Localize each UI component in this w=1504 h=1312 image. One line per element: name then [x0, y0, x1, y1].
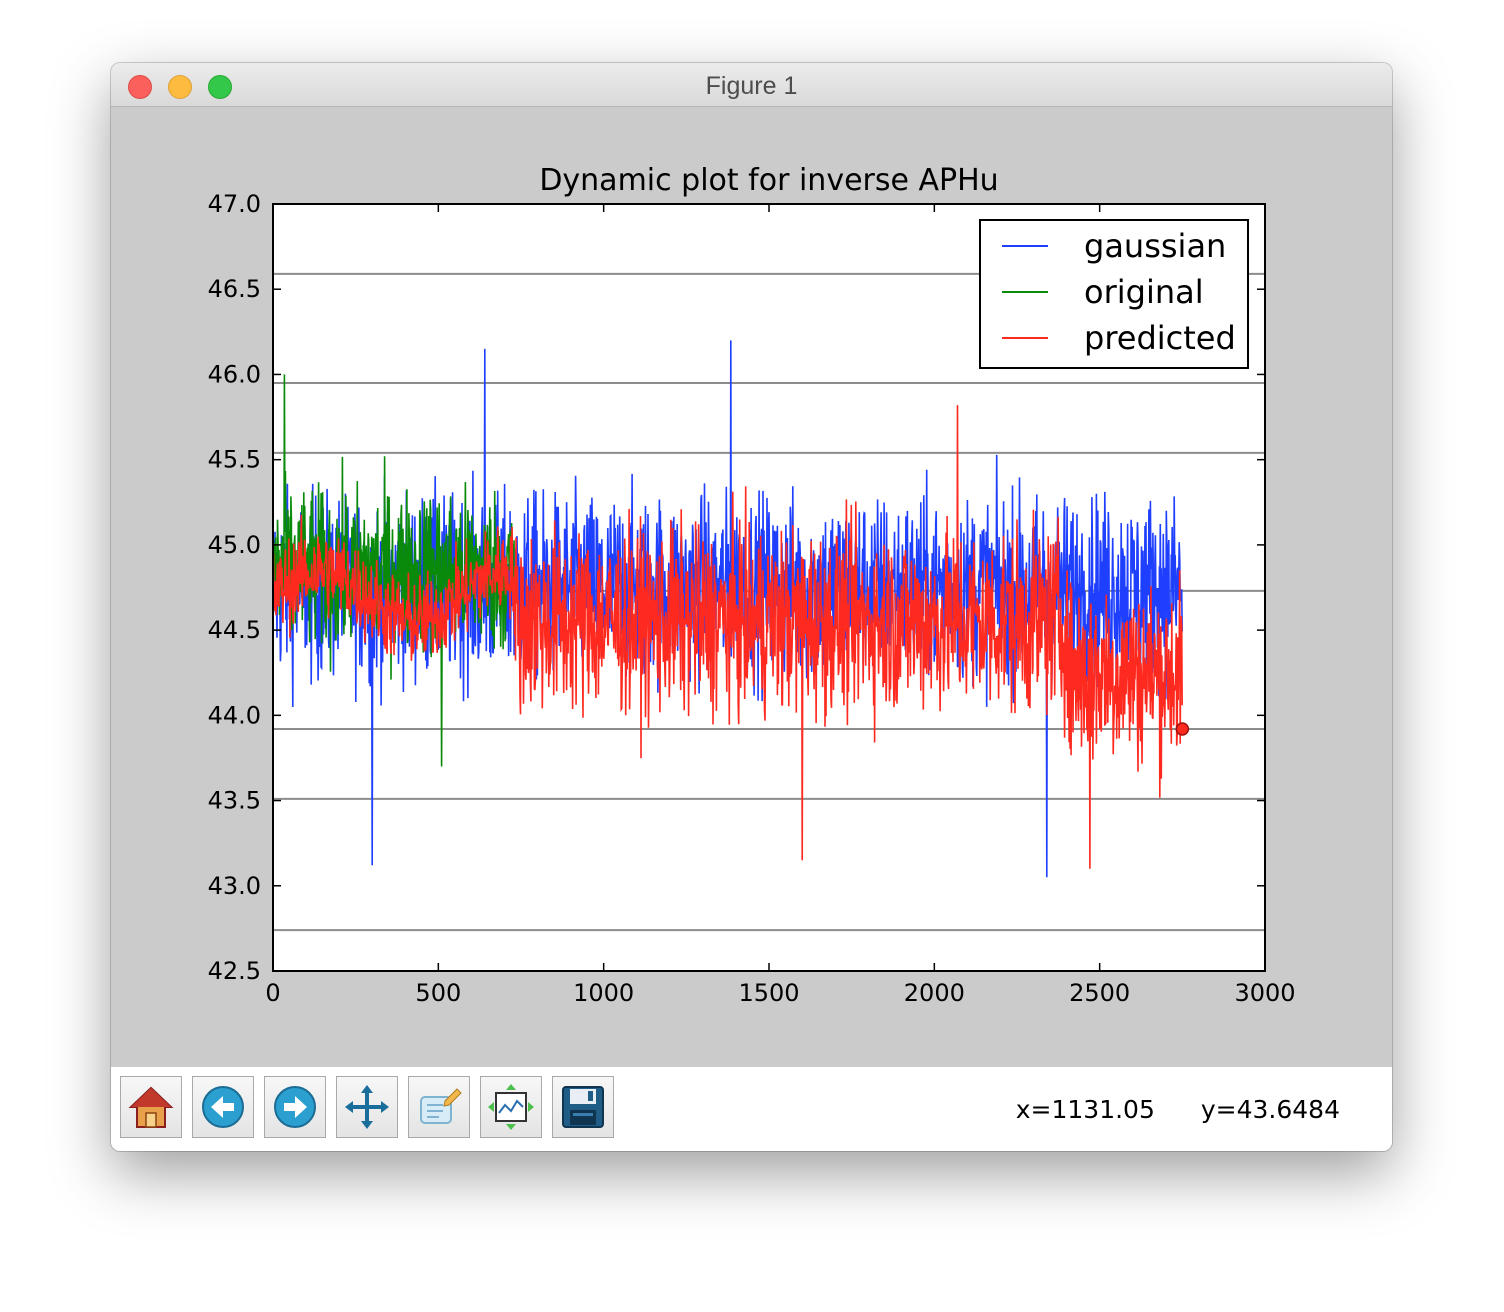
y-tick-label: 47.0	[208, 190, 261, 218]
x-tick-label: 2000	[904, 979, 965, 1007]
x-tick-label: 500	[415, 979, 461, 1007]
move-icon	[345, 1085, 389, 1129]
y-tick-label: 43.0	[208, 872, 261, 900]
legend-label-predicted: predicted	[1084, 319, 1236, 357]
legend-label-gaussian: gaussian	[1084, 227, 1226, 265]
legend: gaussian original predicted	[979, 219, 1249, 369]
navigation-toolbar: x=1131.05 y=43.6484	[111, 1067, 1392, 1151]
back-button[interactable]	[192, 1076, 254, 1138]
title-bar[interactable]: Figure 1	[111, 63, 1392, 107]
x-tick-label: 3000	[1234, 979, 1295, 1007]
figure-window: Figure 1 0 500 1000 1500 2000 2500 3000 42.5 43.…	[111, 63, 1392, 1151]
x-tick-label: 1500	[738, 979, 799, 1007]
x-coordinate-readout: x=1131.05	[1015, 1095, 1155, 1124]
y-tick-label: 45.5	[208, 446, 261, 474]
chart-title: Dynamic plot for inverse APHu	[539, 163, 998, 198]
x-tick-label: 0	[265, 979, 280, 1007]
pan-button[interactable]	[336, 1076, 398, 1138]
window-title: Figure 1	[705, 72, 798, 100]
home-button[interactable]	[120, 1076, 182, 1138]
subplots-icon	[488, 1084, 534, 1130]
back-arrow-icon	[202, 1086, 244, 1128]
subplots-button[interactable]	[480, 1076, 542, 1138]
legend-label-original: original	[1084, 273, 1204, 311]
y-tick-label: 44.5	[208, 616, 261, 644]
y-tick-label: 44.0	[208, 701, 261, 729]
zoom-rect-icon	[420, 1088, 462, 1124]
zoom-button[interactable]	[408, 1076, 470, 1138]
y-tick-label: 45.0	[208, 531, 261, 559]
y-tick-label: 46.5	[208, 275, 261, 303]
plot-svg[interactable]: 0 500 1000 1500 2000 2500 3000 42.5 43.0 43.5 44.0…	[111, 107, 1392, 1067]
y-tick-label: 46.0	[208, 360, 261, 388]
series-last-point-predicted	[1175, 722, 1190, 736]
x-tick-label: 2500	[1069, 979, 1130, 1007]
home-icon	[128, 1086, 174, 1128]
x-tick-label: 1000	[573, 979, 634, 1007]
y-coordinate-readout: y=43.6484	[1200, 1095, 1340, 1124]
forward-button[interactable]	[264, 1076, 326, 1138]
y-tick-label: 43.5	[208, 787, 261, 815]
cursor-coordinates: x=1131.05 y=43.6484	[970, 1095, 1340, 1124]
forward-arrow-icon	[274, 1086, 316, 1128]
save-button[interactable]	[552, 1076, 614, 1138]
figure-canvas[interactable]: 0 500 1000 1500 2000 2500 3000 42.5 43.0 43.5 44.0…	[111, 107, 1392, 1067]
y-tick-label: 42.5	[208, 957, 261, 985]
floppy-disk-icon	[562, 1086, 604, 1128]
